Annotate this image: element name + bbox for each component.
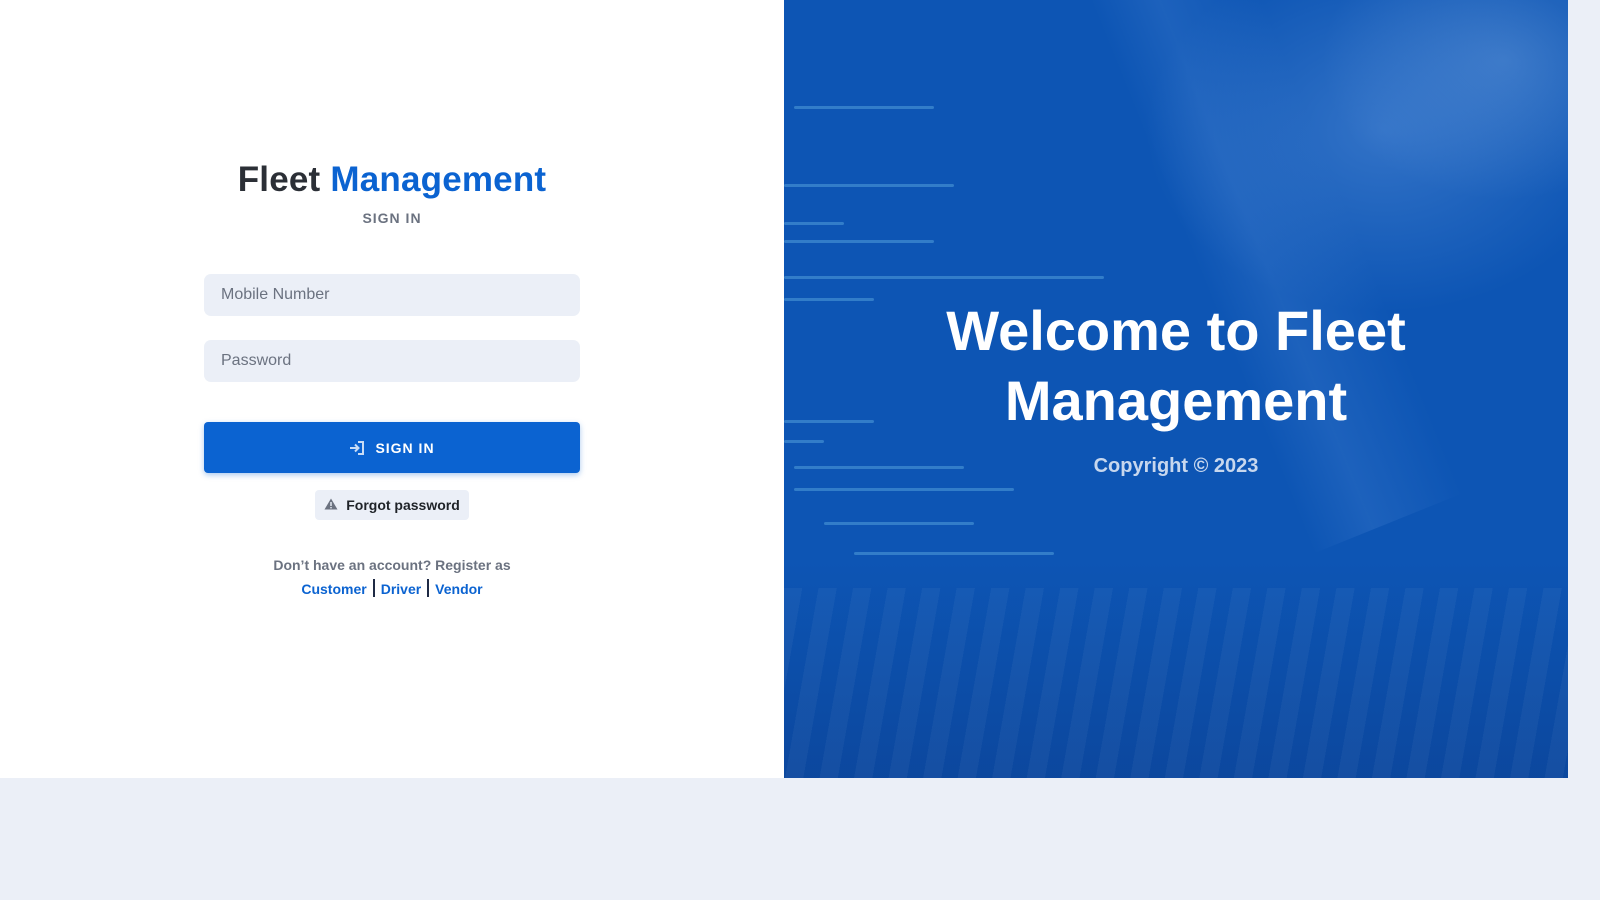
signin-subtitle: SIGN IN: [362, 210, 422, 226]
warning-icon: [324, 497, 338, 513]
laptop-keyboard: [784, 588, 1568, 778]
welcome-heading: Welcome to Fleet Management: [784, 296, 1568, 436]
link-divider: [427, 579, 430, 597]
register-links: Customer Driver Vendor: [0, 579, 784, 597]
forgot-password-button[interactable]: Forgot password: [315, 490, 469, 520]
signin-panel: Fleet Management SIGN IN SIGN IN: [0, 0, 784, 778]
welcome-heading-text: Welcome to Fleet Management: [946, 299, 1406, 432]
forgot-password-label: Forgot password: [346, 497, 460, 513]
copyright-text: Copyright © 2023: [1093, 455, 1259, 477]
password-input[interactable]: [204, 340, 580, 382]
sign-in-icon: [349, 440, 365, 455]
signin-button[interactable]: SIGN IN: [204, 422, 580, 473]
register-customer-link[interactable]: Customer: [301, 581, 366, 597]
mobile-number-input[interactable]: [204, 274, 580, 316]
brand-title-part1: Fleet: [237, 160, 321, 199]
brand-title-part2: Management: [330, 160, 547, 199]
brand-title: Fleet Management: [0, 158, 784, 202]
register-vendor-link[interactable]: Vendor: [435, 581, 482, 597]
signin-button-label: SIGN IN: [375, 439, 435, 456]
register-driver-link[interactable]: Driver: [381, 581, 421, 597]
welcome-hero: Welcome to Fleet Management Copyright © …: [784, 0, 1568, 778]
register-prompt: Don’t have an account? Register as: [273, 557, 511, 573]
link-divider: [372, 579, 375, 597]
login-page: Fleet Management SIGN IN SIGN IN: [0, 0, 1568, 778]
